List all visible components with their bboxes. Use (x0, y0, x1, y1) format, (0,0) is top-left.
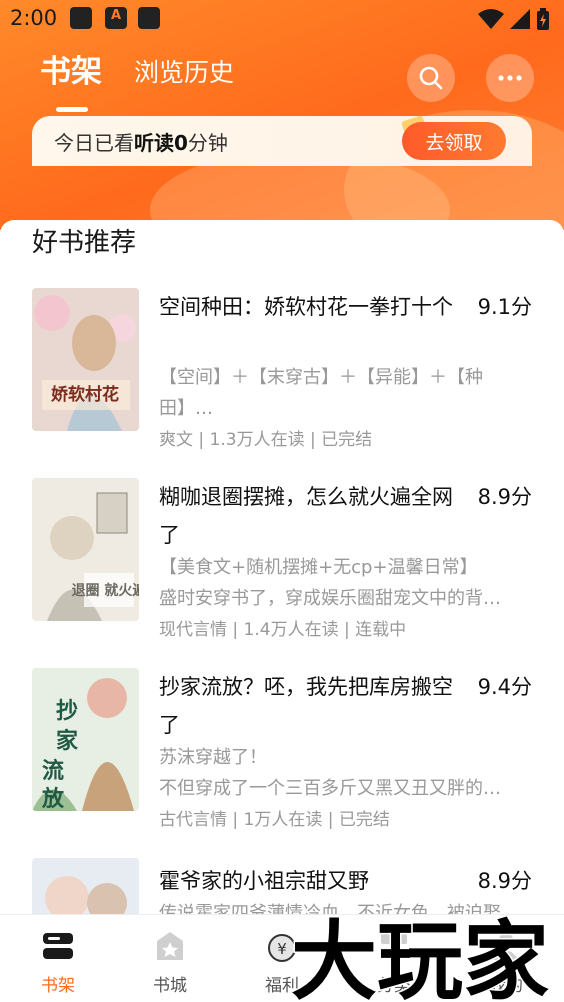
book-title: 糊咖退圈摆摊，怎么就火遍全网了 (159, 485, 453, 547)
bookstore-icon (157, 932, 183, 960)
book-cover: 娇软村花 (32, 288, 139, 431)
reading-time-card: 今日已看听读0分钟 去领取 (32, 115, 532, 166)
book-meta: 现代言情 | 1.4万人在读 | 连载中 (159, 620, 407, 640)
more-icon (498, 75, 522, 81)
book-title: 抄家流放？呸，我先把库房搬空了 (159, 675, 453, 737)
tab-bookshelf[interactable]: 书架 (40, 46, 102, 91)
book-item[interactable]: 退圈 就火遍 糊咖退圈摆摊，怎么就火遍全网了 8.9分 【美食文+随机摆摊+无c… (0, 478, 564, 640)
book-cover: 抄 家 流 放 (32, 668, 139, 811)
cover-title: 退圈 就火遍 (72, 582, 139, 599)
book-title: 空间种田：娇软村花一拳打十个 (159, 295, 453, 319)
book-meta: 古代言情 | 1万人在读 | 已完结 (159, 810, 390, 830)
search-button[interactable] (407, 54, 455, 102)
book-score: 9.1分 (477, 295, 532, 319)
book-tags: 【空间】＋【末穿古】＋【异能】＋【种田】… (159, 367, 483, 419)
notification-icon (138, 7, 160, 29)
nav-item-bookshelf[interactable]: 书架 (2, 915, 114, 1002)
search-icon (419, 66, 443, 90)
book-intro: 盛时安穿书了，穿成娱乐圈甜宠文中的背景… (159, 588, 504, 609)
status-bar: 2:00 (0, 0, 564, 38)
wifi-icon (478, 9, 504, 29)
book-tags: 【美食文+随机摆摊+无cp+温馨日常】 (159, 557, 478, 578)
cover-title: 抄 (56, 699, 78, 724)
more-button[interactable] (486, 54, 534, 102)
tab-indicator (56, 107, 88, 112)
signal-icon (510, 9, 530, 29)
book-tags: 苏沫穿越了！ (159, 747, 267, 768)
book-cover (32, 858, 139, 914)
nav-label: 书架 (41, 976, 75, 996)
book-intro: 不但穿成了一个三百多斤又黑又丑又胖的女… (159, 778, 504, 799)
watermark-logo: 大玩家 (290, 911, 551, 1002)
book-item[interactable]: 抄 家 流 放 抄家流放？呸，我先把库房搬空了 9.4分 苏沫穿越了！ 不但穿成… (0, 668, 564, 830)
app-notification-icon (105, 7, 127, 29)
svg-text:流: 流 (42, 758, 64, 784)
section-title: 好书推荐 (32, 228, 137, 258)
battery-icon (537, 8, 549, 30)
tab-history[interactable]: 浏览历史 (134, 53, 234, 91)
svg-text:放: 放 (41, 786, 65, 811)
recommend-section: 好书推荐 娇软村花 空间种田：娇软村花一拳打十个 9.1分 【空间】＋【末穿古】… (0, 220, 564, 914)
book-score: 9.4分 (477, 675, 532, 699)
cover-title: 娇软村花 (51, 384, 119, 405)
book-meta: 爽文 | 1.3万人在读 | 已完结 (159, 430, 373, 450)
top-tabs: 书架 浏览历史 (40, 46, 234, 91)
bookshelf-icon (43, 933, 73, 959)
book-item[interactable]: 娇软村花 空间种田：娇软村花一拳打十个 9.1分 【空间】＋【末穿古】＋【异能】… (0, 288, 564, 450)
nav-label: 书城 (153, 976, 187, 996)
claim-button[interactable]: 去领取 (402, 122, 506, 160)
reading-time-text: 今日已看听读0分钟 (54, 131, 228, 155)
svg-text:大玩家: 大玩家 (291, 912, 549, 1002)
notification-icon (70, 7, 92, 29)
book-cover: 退圈 就火遍 (32, 478, 139, 621)
svg-text:家: 家 (56, 728, 79, 754)
book-score: 8.9分 (477, 485, 532, 509)
nav-item-bookstore[interactable]: 书城 (114, 915, 226, 1002)
status-time: 2:00 (10, 6, 58, 30)
